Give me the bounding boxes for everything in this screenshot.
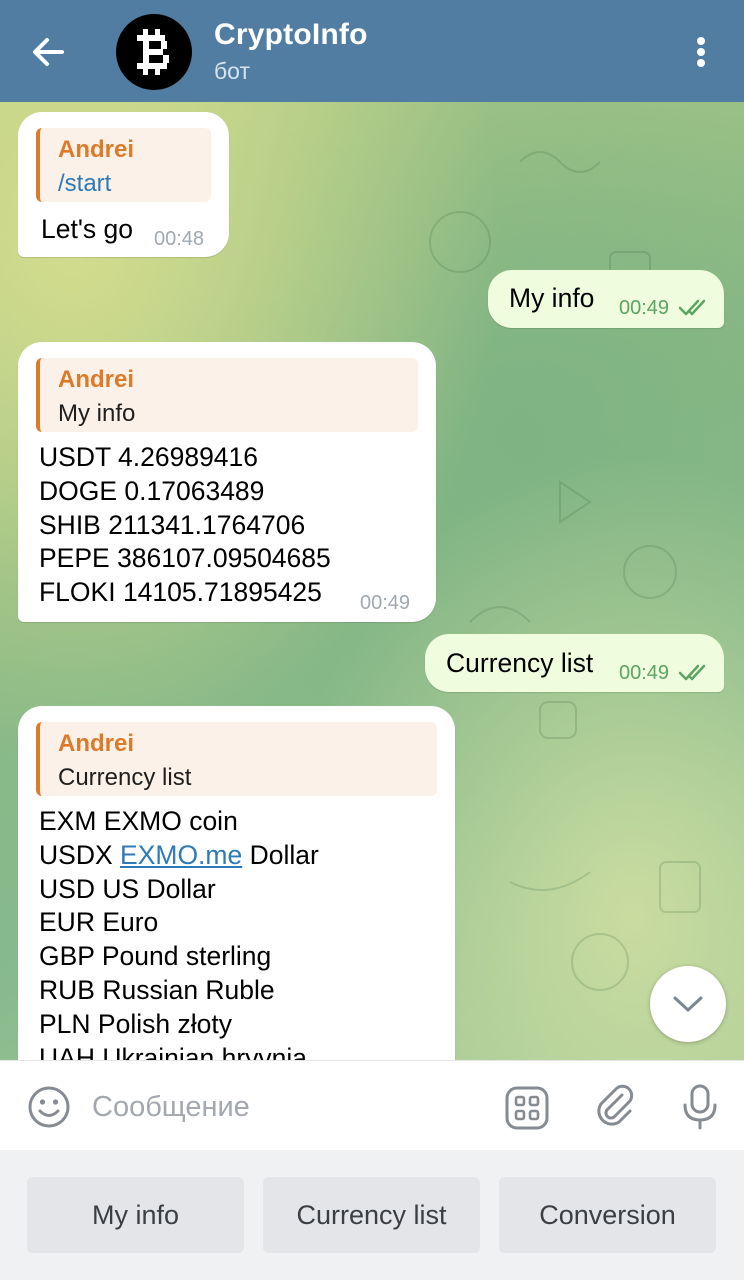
- chat-subtitle: бот: [214, 58, 250, 84]
- reply-text: Currency list: [58, 764, 192, 791]
- paperclip-icon: [597, 1084, 634, 1126]
- bot-keyboard: My info Currency list Conversion: [0, 1150, 744, 1280]
- message-outgoing[interactable]: Currency list 00:49: [425, 634, 724, 692]
- microphone-icon: [683, 1084, 717, 1130]
- keyboard-button-conversion[interactable]: Conversion: [499, 1177, 716, 1253]
- double-check-icon: [678, 299, 706, 316]
- message-time: 00:49: [619, 662, 670, 684]
- chat-header: CryptoInfo бот: [0, 0, 744, 102]
- message-text: Let's go: [41, 214, 133, 244]
- keyboard-button-currency-list[interactable]: Currency list: [263, 1177, 480, 1253]
- currency-line: USDX EXMO.me Dollar: [39, 839, 319, 873]
- message-time: 00:49: [619, 297, 670, 319]
- reply-preview[interactable]: Andrei Currency list: [36, 722, 437, 796]
- emoji-button[interactable]: [26, 1084, 72, 1130]
- microphone-button[interactable]: [680, 1083, 720, 1131]
- balance-line: USDT 4.26989416: [39, 442, 259, 472]
- currency-line: EUR Euro: [39, 907, 159, 938]
- bot-commands-button[interactable]: [504, 1085, 550, 1131]
- message-input[interactable]: [90, 1081, 474, 1133]
- arrow-left-icon: [33, 38, 64, 66]
- message-incoming[interactable]: Andrei Currency list EXM EXMO coin USDX …: [18, 706, 455, 1060]
- double-check-icon: [678, 664, 706, 681]
- bot-avatar[interactable]: [116, 14, 192, 90]
- currency-list: EXM EXMO coin USDX EXMO.me Dollar USD US…: [39, 805, 319, 1060]
- currency-line: GBP Pound sterling: [39, 941, 272, 972]
- chevron-down-icon: [673, 996, 703, 1012]
- message-text: Currency list: [446, 648, 594, 678]
- menu-button[interactable]: [690, 34, 712, 74]
- attach-button[interactable]: [592, 1083, 638, 1129]
- message-time: 00:48: [154, 228, 205, 250]
- exmo-link[interactable]: EXMO.me: [120, 840, 242, 870]
- message-incoming[interactable]: Andrei /start Let's go 00:48: [18, 112, 229, 257]
- reply-author: Andrei: [58, 136, 135, 163]
- message-text: My info: [509, 283, 595, 313]
- message-time: 00:49: [360, 592, 411, 614]
- balance-line: DOGE 0.17063489: [39, 475, 265, 506]
- message-outgoing[interactable]: My info 00:49: [488, 270, 724, 328]
- emoji-smile-icon: [28, 1086, 70, 1128]
- currency-line: USD US Dollar: [39, 873, 216, 904]
- back-button[interactable]: [26, 30, 70, 74]
- currency-line: EXM EXMO coin: [39, 806, 238, 836]
- currency-line: UAH Ukrainian hryvnia: [39, 1042, 308, 1060]
- bitcoin-logo-icon: [137, 29, 169, 75]
- reply-text: /start: [58, 170, 112, 197]
- currency-code: USDX: [39, 839, 113, 870]
- balances-list: USDT 4.26989416 DOGE 0.17063489 SHIB 211…: [39, 441, 331, 610]
- reply-text: My info: [58, 400, 136, 427]
- bot-commands-grid-icon: [505, 1086, 549, 1130]
- message-incoming[interactable]: Andrei My info USDT 4.26989416 DOGE 0.17…: [18, 342, 436, 622]
- reply-author: Andrei: [58, 366, 135, 393]
- chat-area[interactable]: Andrei /start Let's go 00:48 My info 00:…: [0, 102, 744, 1060]
- reply-preview[interactable]: Andrei My info: [36, 358, 418, 432]
- currency-line: RUB Russian Ruble: [39, 974, 275, 1005]
- balance-line: PEPE 386107.09504685: [39, 543, 331, 574]
- currency-line: PLN Polish złoty: [39, 1008, 232, 1039]
- currency-name: Dollar: [249, 839, 319, 870]
- scroll-down-button[interactable]: [650, 966, 726, 1042]
- keyboard-button-my-info[interactable]: My info: [27, 1177, 244, 1253]
- kebab-menu-icon: [697, 37, 705, 67]
- message-input-bar: [0, 1060, 744, 1151]
- reply-author: Andrei: [58, 730, 135, 757]
- chat-title[interactable]: CryptoInfo: [214, 18, 368, 52]
- reply-preview[interactable]: Andrei /start: [36, 128, 211, 202]
- balance-line: SHIB 211341.1764706: [39, 509, 306, 540]
- balance-line: FLOKI 14105.71895425: [39, 577, 322, 608]
